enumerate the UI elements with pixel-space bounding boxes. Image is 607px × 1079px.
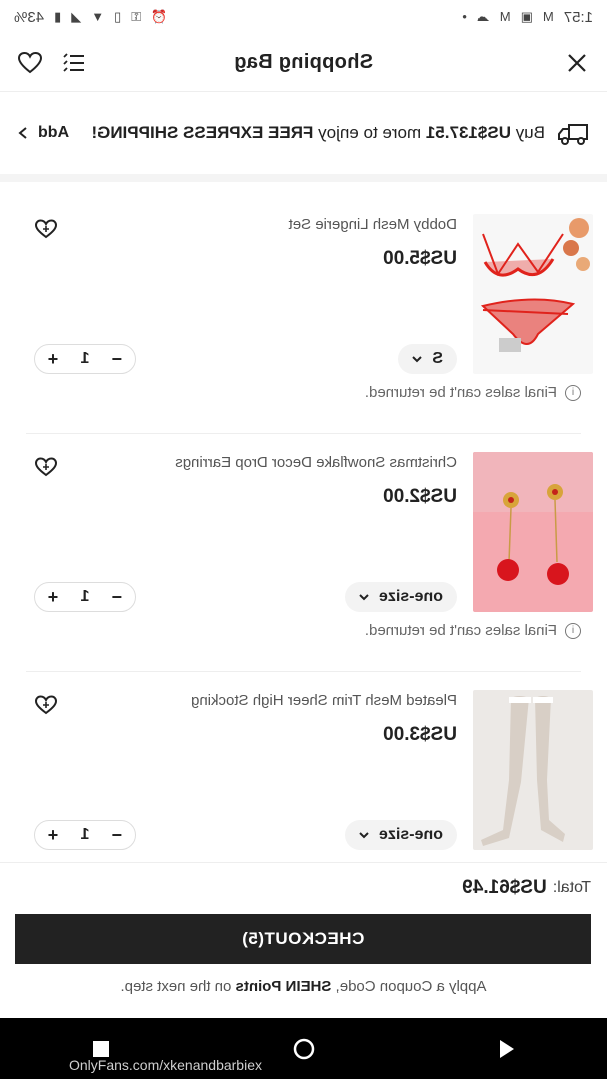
wifi-icon: ▼ — [91, 9, 105, 24]
key-icon: ⚿ — [131, 9, 142, 24]
product-name[interactable]: Dobby Mesh Lingerie Set — [289, 216, 457, 233]
gmail-icon: M — [542, 9, 554, 24]
size-value: one-size — [378, 588, 443, 605]
size-selector[interactable]: S — [398, 344, 457, 374]
final-sale-note: i Final sales can't be returned. — [365, 384, 581, 401]
wishlist-button[interactable] — [16, 49, 44, 77]
heart-icon — [17, 51, 43, 73]
quantity-value: 1 — [80, 588, 90, 605]
info-icon: i — [565, 622, 581, 639]
product-image-earrings[interactable] — [473, 452, 593, 612]
mail-icon: M — [499, 9, 511, 24]
order-total: Total: US$61.49 — [0, 862, 607, 912]
product-price: US$2.00 — [383, 486, 457, 507]
coupon-hint: Apply a Coupon Code, SHEIN Points on the… — [120, 978, 487, 995]
photos-icon: ▣ — [520, 9, 533, 24]
clock: 1:57 — [563, 8, 593, 26]
filter-list-icon — [63, 52, 84, 72]
quantity-value: 1 — [80, 350, 90, 367]
product-image-lingerie[interactable] — [473, 214, 593, 374]
chevron-down-icon — [359, 594, 369, 601]
size-selector[interactable]: one-size — [344, 820, 457, 850]
back-icon[interactable] — [495, 1038, 517, 1060]
close-icon — [568, 53, 586, 72]
quantity-stepper: − 1 + — [34, 582, 136, 612]
add-items-link[interactable]: Add — [18, 124, 69, 142]
decrease-button[interactable]: − — [105, 825, 129, 846]
final-sale-note: i Final sales can't be returned. — [365, 622, 581, 639]
signal-icon: ◢ — [71, 9, 82, 24]
filter-button[interactable] — [60, 49, 88, 77]
chevron-right-icon — [18, 127, 27, 139]
cart-item: Pleated Mesh Trim Sheer High Stocking US… — [26, 672, 593, 856]
promo-text: Buy US$137.51 more to enjoy FREE EXPRESS… — [91, 123, 545, 142]
watermark: OnlyFans.com/xkenandbarbiex — [69, 1057, 262, 1073]
free-shipping-banner: Buy US$137.51 more to enjoy FREE EXPRESS… — [0, 92, 607, 182]
header: Shopping Bag — [0, 34, 607, 92]
total-label: Total: — [552, 878, 591, 896]
system-nav-bar: OnlyFans.com/xkenandbarbiex — [0, 1018, 607, 1079]
product-name[interactable]: Christmas Snowflake Decor Drop Earrings — [175, 454, 457, 471]
checkout-button[interactable]: CHECKOUT(5) — [15, 914, 591, 964]
size-value: one-size — [378, 826, 443, 843]
cart-item: Christmas Snowflake Decor Drop Earrings … — [26, 434, 593, 672]
decrease-button[interactable]: − — [105, 349, 129, 370]
shipping-truck-icon — [558, 124, 588, 145]
move-to-wishlist-icon[interactable] — [34, 694, 58, 716]
home-icon[interactable] — [293, 1038, 315, 1060]
chevron-down-icon — [412, 356, 423, 363]
cloud-icon: ☁ — [476, 9, 490, 24]
status-bar: 1:57 M ▣ M ☁ • ⏰ ⚿ ▯ ▼ ◢ ▮ 43% — [0, 0, 607, 34]
alarm-icon: ⏰ — [151, 9, 168, 24]
decrease-button[interactable]: − — [105, 587, 129, 608]
cart-item: Dobby Mesh Lingerie Set US$5.00 S − 1 + … — [26, 196, 593, 434]
quantity-stepper: − 1 + — [34, 820, 136, 850]
total-value: US$61.49 — [462, 876, 547, 898]
quantity-stepper: − 1 + — [34, 344, 136, 374]
product-price: US$3.00 — [383, 724, 457, 745]
dot-icon: • — [462, 9, 467, 24]
product-name[interactable]: Pleated Mesh Trim Sheer High Stocking — [191, 692, 457, 709]
battery-icon: ▮ — [54, 9, 62, 24]
vibrate-icon: ▯ — [114, 9, 122, 24]
increase-button[interactable]: + — [41, 825, 65, 846]
increase-button[interactable]: + — [41, 587, 65, 608]
quantity-value: 1 — [80, 826, 90, 843]
size-selector[interactable]: one-size — [344, 582, 457, 612]
close-button[interactable] — [563, 49, 591, 77]
move-to-wishlist-icon[interactable] — [34, 218, 58, 240]
battery-percent: 43% — [14, 8, 45, 26]
info-icon: i — [565, 384, 581, 401]
move-to-wishlist-icon[interactable] — [34, 456, 58, 478]
page-title: Shopping Bag — [233, 51, 374, 73]
increase-button[interactable]: + — [41, 349, 65, 370]
chevron-down-icon — [359, 832, 369, 839]
product-image-stockings[interactable] — [473, 690, 593, 850]
product-price: US$5.00 — [383, 248, 457, 269]
cart-item-list: Dobby Mesh Lingerie Set US$5.00 S − 1 + … — [10, 196, 597, 856]
size-value: S — [432, 350, 443, 367]
